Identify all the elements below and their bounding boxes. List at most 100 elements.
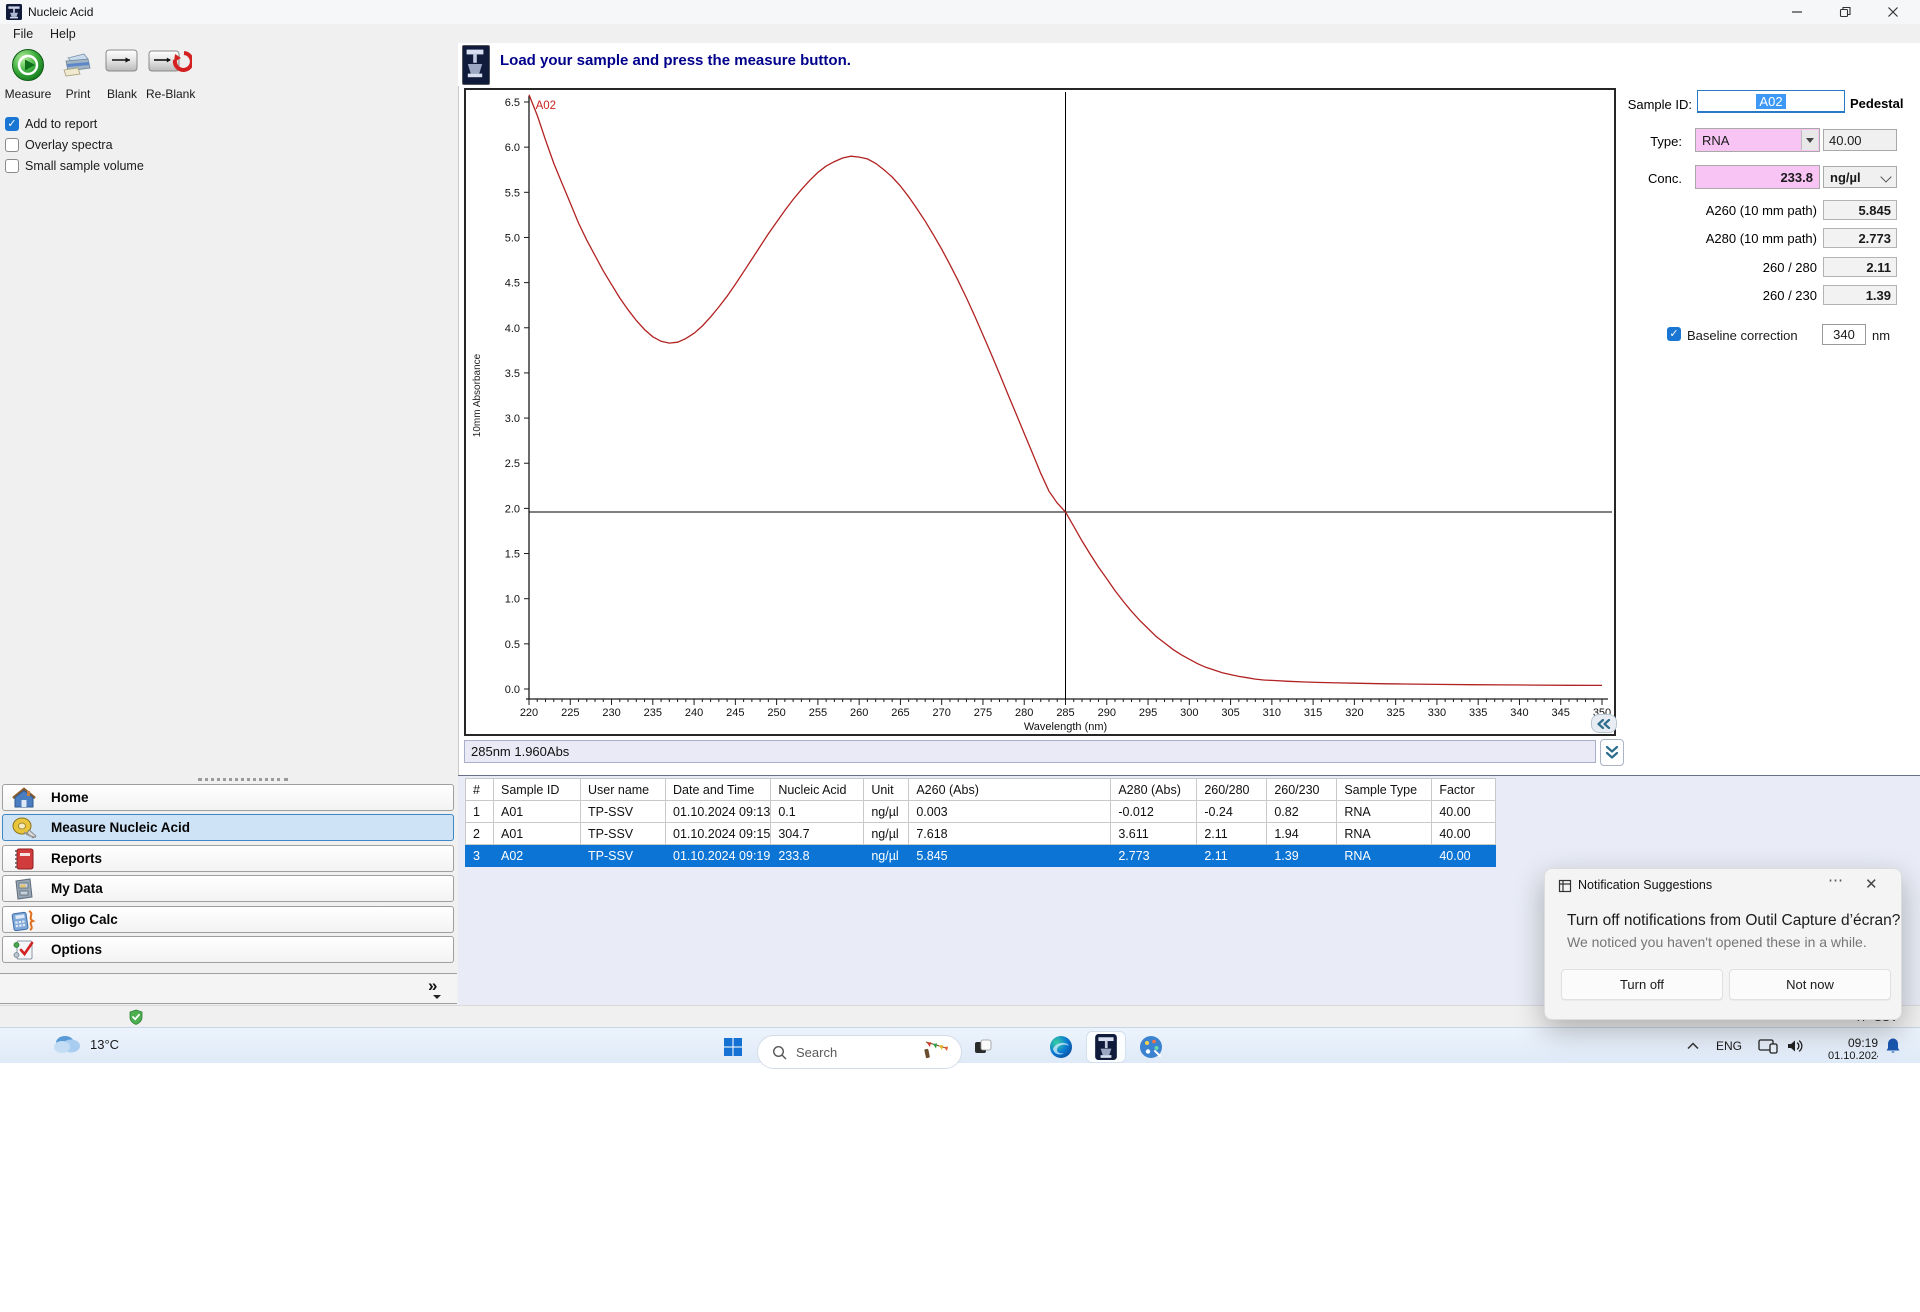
- small-sample-volume-label: Small sample volume: [25, 159, 144, 173]
- table-cell: 233.8: [770, 844, 865, 867]
- svg-text:4.0: 4.0: [505, 323, 520, 335]
- unit-dropdown[interactable]: ng/µl: [1823, 166, 1897, 188]
- start-button[interactable]: [720, 1036, 746, 1058]
- svg-text:270: 270: [933, 707, 951, 719]
- sidebar-item-home[interactable]: Home: [2, 784, 454, 811]
- search-box[interactable]: Search: [757, 1035, 962, 1069]
- svg-text:4.5: 4.5: [505, 278, 520, 290]
- clock[interactable]: 09:19 01.10.2024: [1828, 1037, 1878, 1063]
- overlay-spectra-row: Overlay spectra: [5, 136, 113, 154]
- table-row[interactable]: 1 A01 TP-SSV 01.10.2024 09:13 0.1 ng/µl 0.003-…: [465, 800, 1497, 823]
- chart-collapse-button[interactable]: [1591, 714, 1617, 733]
- table-column-header[interactable]: User name: [580, 778, 666, 801]
- minimize-button[interactable]: [1780, 2, 1814, 22]
- menubar: File Help: [0, 24, 1920, 43]
- task-view-button[interactable]: [968, 1036, 998, 1058]
- results-table: # Sample ID User name Date and Time Nucleic …: [465, 778, 1497, 867]
- factor-field[interactable]: 40.00: [1823, 129, 1897, 151]
- add-to-report-checkbox[interactable]: ✓: [5, 117, 19, 131]
- edge-browser-button[interactable]: [1046, 1034, 1076, 1060]
- table-row[interactable]: 2 A01 TP-SSV 01.10.2024 09:15 304.7 ng/µl 7.61…: [465, 822, 1497, 845]
- sidebar-expander-bar: »: [0, 973, 457, 1004]
- turn-off-button[interactable]: Turn off: [1561, 969, 1723, 1000]
- sample-panel: Sample ID: A02 Pedestal Type: RNA 40.00 …: [1620, 88, 1920, 736]
- table-cell: 01.10.2024 09:13: [664, 800, 772, 823]
- baseline-correction-checkbox[interactable]: ✓: [1667, 327, 1681, 341]
- table-column-header[interactable]: Unit: [863, 778, 910, 801]
- chevrons-right-icon[interactable]: »: [428, 977, 437, 994]
- table-cell: ng/µl: [863, 822, 910, 845]
- designer-app-button[interactable]: [1136, 1034, 1166, 1060]
- unit-value: ng/µl: [1830, 169, 1861, 185]
- table-cell: 3.611: [1110, 822, 1198, 845]
- notification-close-button[interactable]: ✕: [1865, 875, 1878, 893]
- svg-text:230: 230: [602, 707, 620, 719]
- overlay-spectra-checkbox[interactable]: [5, 138, 19, 152]
- table-column-header[interactable]: 260/230: [1266, 778, 1338, 801]
- edge-icon: [1050, 1036, 1072, 1058]
- window-titlebar: Nucleic Acid: [0, 0, 1920, 25]
- svg-text:1.5: 1.5: [505, 549, 520, 561]
- menu-help[interactable]: Help: [46, 26, 80, 42]
- table-cell: RNA: [1336, 800, 1433, 823]
- table-cell: 01.10.2024 09:15: [664, 822, 772, 845]
- menu-file[interactable]: File: [9, 26, 37, 42]
- volume-button[interactable]: [1784, 1037, 1808, 1055]
- svg-text:280: 280: [1015, 707, 1033, 719]
- conc-label: Conc.: [1648, 171, 1682, 186]
- table-column-header[interactable]: #: [465, 778, 494, 801]
- table-column-header[interactable]: 260/280: [1196, 778, 1268, 801]
- sidebar-item-reports[interactable]: Reports: [2, 845, 454, 872]
- chevrons-left-icon: [1597, 718, 1611, 729]
- table-column-header[interactable]: Nucleic Acid: [770, 778, 865, 801]
- sidebar-item-measure-nucleic-acid[interactable]: Measure Nucleic Acid: [2, 814, 454, 841]
- table-cell: RNA: [1336, 844, 1433, 867]
- expand-table-button[interactable]: [1600, 739, 1624, 766]
- svg-text:265: 265: [891, 707, 909, 719]
- print-button[interactable]: Print: [54, 48, 102, 101]
- type-dropdown[interactable]: RNA: [1695, 128, 1820, 152]
- reblank-button[interactable]: Re-Blank: [146, 48, 195, 101]
- baseline-unit-label: nm: [1872, 328, 1891, 343]
- notification-bell-button[interactable]: [1882, 1036, 1904, 1056]
- table-column-header[interactable]: A280 (Abs): [1110, 778, 1198, 801]
- table-cell: 5.845: [908, 844, 1112, 867]
- clock-date: 01.10.2024: [1828, 1050, 1878, 1062]
- table-row[interactable]: 3 A02 TP-SSV 01.10.2024 09:19 233.8 ng/µl 5.84…: [465, 844, 1497, 867]
- table-column-header[interactable]: Sample ID: [493, 778, 581, 801]
- table-column-header[interactable]: A260 (Abs): [908, 778, 1112, 801]
- windows-logo-icon: [724, 1038, 742, 1056]
- blank-button[interactable]: Blank: [98, 48, 146, 101]
- type-value: RNA: [1702, 132, 1730, 148]
- tray-expand-button[interactable]: [1684, 1039, 1702, 1053]
- small-sample-volume-checkbox[interactable]: [5, 159, 19, 173]
- not-now-button[interactable]: Not now: [1729, 969, 1891, 1000]
- sidebar-item-oligo-calc[interactable]: Oligo Calc: [2, 906, 454, 933]
- spectrum-chart[interactable]: 220 225 230 235 240 245 250 255 260 265 270 275 280 2…: [464, 88, 1616, 736]
- notification-app-icon: [1558, 879, 1572, 898]
- restore-button[interactable]: [1828, 2, 1862, 22]
- clock-time: 09:19: [1847, 1037, 1878, 1050]
- table-column-header[interactable]: Sample Type: [1336, 778, 1433, 801]
- nucleic-acid-app-button[interactable]: [1086, 1031, 1126, 1063]
- splitter-handle[interactable]: [198, 778, 288, 781]
- sidebar-item-label: Options: [51, 942, 102, 957]
- weather-widget[interactable]: 13°C: [52, 1031, 119, 1057]
- table-column-header[interactable]: Factor: [1431, 778, 1497, 801]
- sidebar-item-my-data[interactable]: My Data: [2, 875, 454, 902]
- measure-button[interactable]: Measure: [4, 48, 52, 101]
- home-icon: [9, 786, 39, 810]
- svg-text:300: 300: [1180, 707, 1198, 719]
- sidebar-item-label: Oligo Calc: [51, 912, 118, 927]
- table-cell: 304.7: [770, 822, 865, 845]
- cast-button[interactable]: [1756, 1037, 1780, 1055]
- notification-more-button[interactable]: ⋯: [1828, 871, 1845, 889]
- language-indicator[interactable]: ENG: [1716, 1039, 1742, 1053]
- table-column-header[interactable]: Date and Time: [664, 778, 772, 801]
- close-button[interactable]: [1876, 2, 1910, 22]
- conc-field[interactable]: 233.8: [1695, 165, 1820, 189]
- baseline-wavelength-input[interactable]: 340: [1822, 324, 1866, 345]
- sidebar-item-options[interactable]: Options: [2, 936, 454, 963]
- sample-id-input[interactable]: A02: [1697, 90, 1845, 113]
- table-header-row: # Sample ID User name Date and Time Nucleic …: [465, 778, 1497, 801]
